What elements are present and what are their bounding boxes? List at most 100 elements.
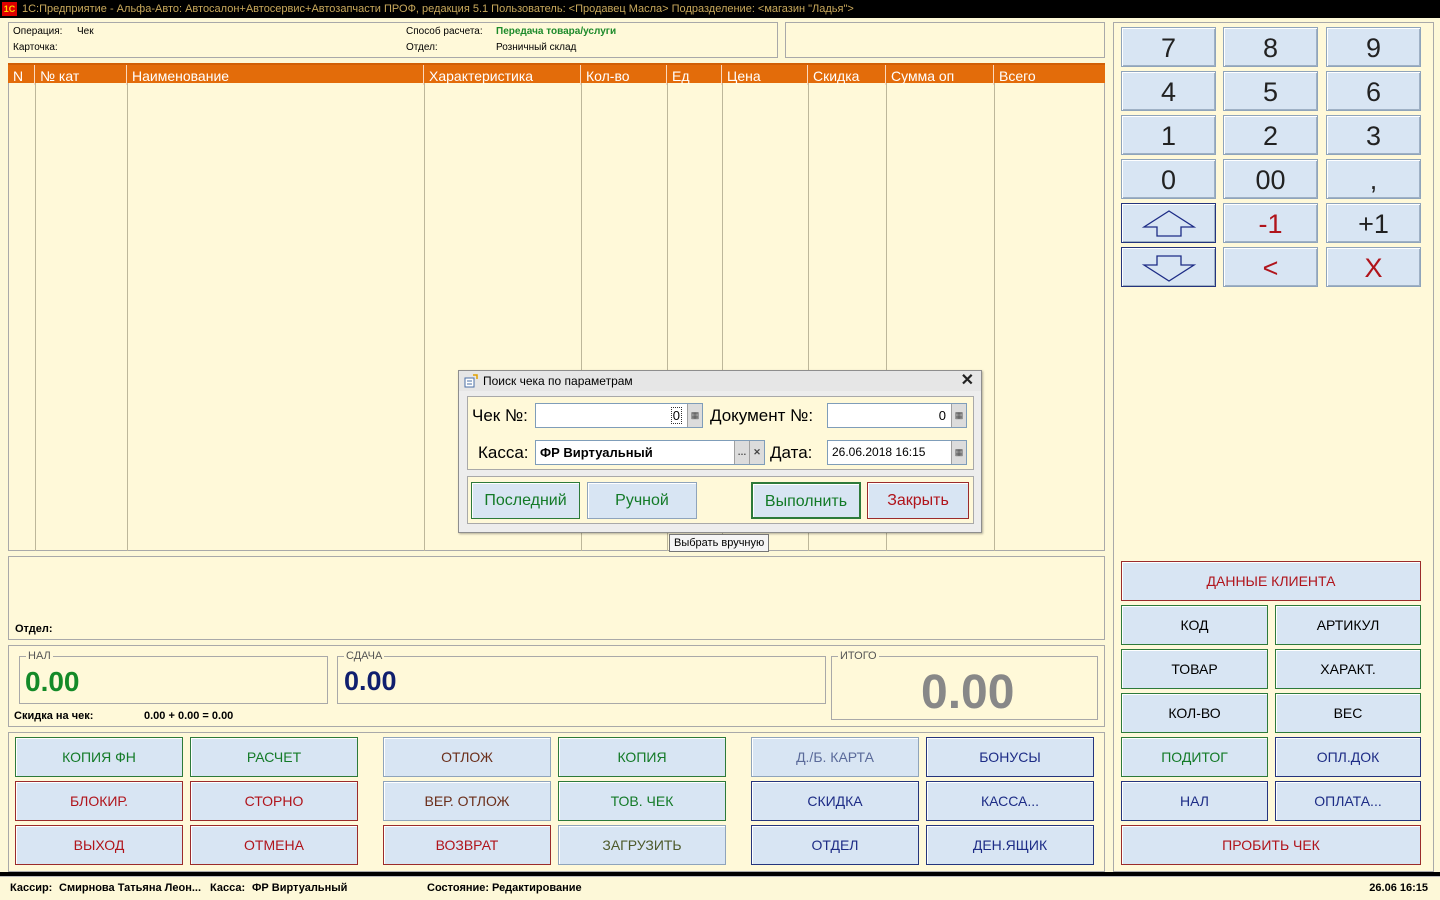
document-no-value: 0 <box>938 408 946 423</box>
status-register-value: ФР Виртуальный <box>252 882 348 894</box>
client-data-button[interactable]: ДАННЫЕ КЛИЕНТА <box>1121 561 1421 601</box>
key-7[interactable]: 7 <box>1121 27 1216 67</box>
column-header[interactable]: Скидка <box>808 65 886 85</box>
column-header[interactable]: Цена <box>722 65 808 85</box>
load-button[interactable]: ЗАГРУЗИТЬ <box>558 825 726 865</box>
payment-method-value[interactable]: Передача товара/услуги <box>496 26 616 37</box>
check-no-value: 0 <box>670 407 682 424</box>
column-divider <box>127 83 128 551</box>
cashbox-button[interactable]: КАССА... <box>926 781 1094 821</box>
key-backspace[interactable]: < <box>1223 247 1318 287</box>
calendar-icon[interactable]: ▦ <box>951 441 966 464</box>
cash-value: 0.00 <box>25 666 80 697</box>
status-register-label: Касса: <box>210 882 246 894</box>
last-button[interactable]: Последний <box>471 482 580 519</box>
column-header[interactable]: Наименование <box>127 65 424 85</box>
cashier-label: Кассир: <box>10 882 53 894</box>
key-plus-one[interactable]: +1 <box>1326 203 1421 243</box>
storno-button[interactable]: СТОРНО <box>190 781 358 821</box>
column-divider <box>424 83 425 551</box>
calculator-icon[interactable]: ▦ <box>951 404 966 427</box>
check-no-field[interactable]: 0 ▦ <box>535 403 703 428</box>
column-header[interactable]: Всего <box>994 65 1105 85</box>
date-field[interactable]: 26.06.2018 16:15 ▦ <box>827 440 967 465</box>
key-2[interactable]: 2 <box>1223 115 1318 155</box>
header-extra-panel <box>785 22 1105 58</box>
key-5[interactable]: 5 <box>1223 71 1318 111</box>
column-divider <box>35 83 36 551</box>
dialog-icon <box>464 374 478 388</box>
key-0[interactable]: 0 <box>1121 159 1216 199</box>
goods-check-button[interactable]: ТОВ. ЧЕК <box>558 781 726 821</box>
column-header[interactable]: Сумма оп <box>886 65 994 85</box>
refund-button[interactable]: ВОЗВРАТ <box>383 825 551 865</box>
register-field[interactable]: ФР Виртуальный … ✕ <box>535 440 765 465</box>
block-button[interactable]: БЛОКИР. <box>15 781 183 821</box>
charact-button[interactable]: ХАРАКТ. <box>1275 649 1421 689</box>
column-header[interactable]: Кол-во <box>581 65 667 85</box>
copy-fn-button[interactable]: КОПИЯ ФН <box>15 737 183 777</box>
cancel-button[interactable]: ОТМЕНА <box>190 825 358 865</box>
cash-payment-button[interactable]: НАЛ <box>1121 781 1268 821</box>
register-value: ФР Виртуальный <box>540 445 653 460</box>
discount-card-button[interactable]: Д./Б. КАРТА <box>751 737 919 777</box>
close-button[interactable]: Закрыть <box>867 482 969 519</box>
key-1[interactable]: 1 <box>1121 115 1216 155</box>
article-button[interactable]: АРТИКУЛ <box>1275 605 1421 645</box>
dialog-title: Поиск чека по параметрам <box>483 374 633 388</box>
select-ellipsis-icon[interactable]: … <box>734 441 749 464</box>
dialog-close-icon[interactable]: ✕ <box>961 371 974 391</box>
payment-button[interactable]: ОПЛАТА... <box>1275 781 1421 821</box>
subtotal-button[interactable]: ПОДИТОГ <box>1121 737 1268 777</box>
key-minus-one[interactable]: -1 <box>1223 203 1318 243</box>
key-comma[interactable]: , <box>1326 159 1421 199</box>
return-postponed-button[interactable]: ВЕР. ОТЛОЖ <box>383 781 551 821</box>
key-9[interactable]: 9 <box>1326 27 1421 67</box>
cash-drawer-button[interactable]: ДЕН.ЯЩИК <box>926 825 1094 865</box>
key-6[interactable]: 6 <box>1326 71 1421 111</box>
key-00[interactable]: 00 <box>1223 159 1318 199</box>
arrow-up-icon <box>1141 210 1196 237</box>
bonuses-button[interactable]: БОНУСЫ <box>926 737 1094 777</box>
key-3[interactable]: 3 <box>1326 115 1421 155</box>
arrow-up-button[interactable] <box>1121 203 1216 243</box>
item-info-panel: Отдел: <box>8 556 1105 640</box>
pay-doc-button[interactable]: ОПЛ.ДОК <box>1275 737 1421 777</box>
total-box: ИТОГО 0.00 <box>831 650 1098 720</box>
product-button[interactable]: ТОВАР <box>1121 649 1268 689</box>
operation-value: Чек <box>77 26 94 37</box>
department-button[interactable]: ОТДЕЛ <box>751 825 919 865</box>
print-check-button[interactable]: ПРОБИТЬ ЧЕК <box>1121 825 1421 865</box>
arrow-down-button[interactable] <box>1121 247 1216 287</box>
clear-icon[interactable]: ✕ <box>749 441 764 464</box>
manual-button-tooltip: Выбрать вручную <box>669 534 770 552</box>
manual-button[interactable]: Ручной <box>587 482 697 519</box>
total-label: ИТОГО <box>838 650 879 662</box>
calculator-icon[interactable]: ▦ <box>687 404 702 427</box>
key-4[interactable]: 4 <box>1121 71 1216 111</box>
key-clear[interactable]: X <box>1326 247 1421 287</box>
execute-button[interactable]: Выполнить <box>751 482 861 519</box>
column-header[interactable]: Ед <box>667 65 722 85</box>
search-check-dialog: Поиск чека по параметрам ✕ Чек №: 0 ▦ До… <box>458 370 982 533</box>
quantity-button[interactable]: КОЛ-ВО <box>1121 693 1268 733</box>
total-value: 0.00 <box>921 666 1015 719</box>
code-button[interactable]: КОД <box>1121 605 1268 645</box>
postpone-button[interactable]: ОТЛОЖ <box>383 737 551 777</box>
exit-button[interactable]: ВЫХОД <box>15 825 183 865</box>
column-header[interactable]: Характеристика <box>424 65 581 85</box>
discount-button[interactable]: СКИДКА <box>751 781 919 821</box>
key-8[interactable]: 8 <box>1223 27 1318 67</box>
weight-button[interactable]: ВЕС <box>1275 693 1421 733</box>
calc-button[interactable]: РАСЧЕТ <box>190 737 358 777</box>
column-header[interactable]: N <box>8 65 35 85</box>
column-header[interactable]: № кат <box>35 65 127 85</box>
status-datetime: 26.06 16:15 <box>1369 882 1428 894</box>
department-label: Отдел: <box>406 42 438 53</box>
check-no-label: Чек №: <box>472 406 528 425</box>
document-no-field[interactable]: 0 ▦ <box>827 403 967 428</box>
app-logo-icon: 1С <box>2 2 17 16</box>
window-title: 1С:Предприятие - Альфа-Авто: Автосалон+А… <box>22 3 854 15</box>
cash-box: НАЛ 0.00 <box>19 650 328 704</box>
copy-button[interactable]: КОПИЯ <box>558 737 726 777</box>
